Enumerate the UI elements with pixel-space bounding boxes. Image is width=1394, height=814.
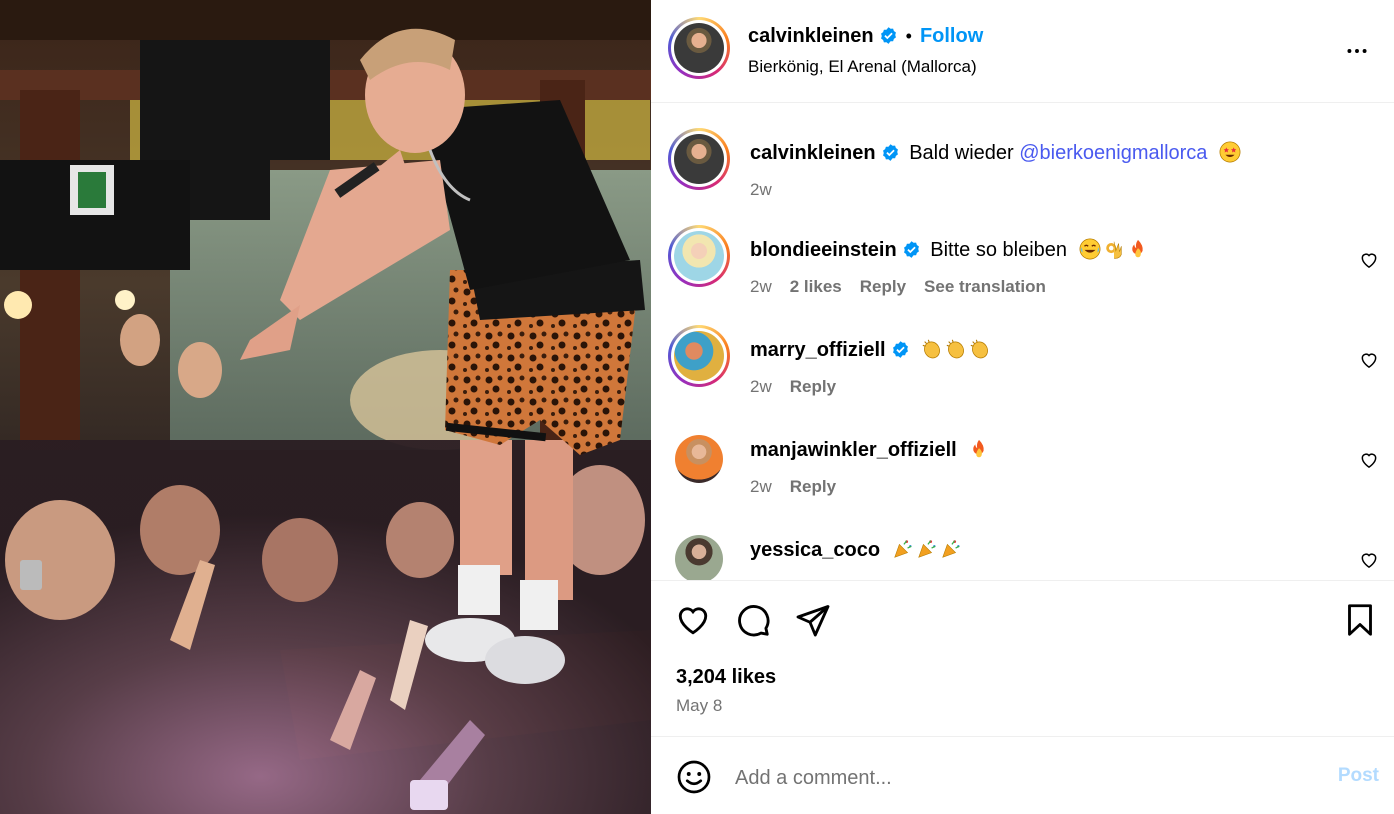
clapping-hands-emoji-icon	[970, 339, 989, 359]
post-header: calvinkleinen • Follow Bierkönig, El Arena…	[651, 0, 1394, 103]
author-avatar[interactable]	[668, 17, 730, 79]
party-popper-emoji-icon	[893, 540, 912, 558]
post-actions: 3,204 likes May 8	[651, 580, 1394, 736]
separator-dot: •	[905, 26, 912, 46]
comment-input[interactable]	[735, 764, 1295, 792]
fire-emoji-icon	[1131, 239, 1143, 258]
see-translation-button[interactable]: See translation	[924, 277, 1046, 296]
share-icon[interactable]	[795, 602, 831, 638]
follow-button[interactable]: Follow	[920, 25, 983, 47]
post-photo[interactable]	[0, 0, 651, 814]
comment-username[interactable]: manjawinkler_offiziell	[750, 439, 957, 461]
verified-badge-icon	[880, 27, 896, 44]
post-image	[0, 0, 651, 814]
tears-of-joy-emoji-icon	[1079, 238, 1101, 260]
comment-like-heart-icon[interactable]	[1359, 250, 1379, 270]
verified-badge-icon	[903, 241, 919, 258]
comment-username[interactable]: marry_offiziell	[750, 339, 886, 361]
fire-emoji-icon	[973, 439, 985, 458]
commenter-avatar[interactable]	[668, 225, 730, 287]
commenter-avatar[interactable]	[668, 325, 730, 387]
comment-username[interactable]: yessica_coco	[750, 539, 880, 561]
caption-text: Bald wieder	[909, 142, 1020, 164]
comment-time[interactable]: 2w	[750, 377, 772, 396]
caption: calvinkleinen Bald wieder @bierkoenigmal…	[651, 128, 1394, 208]
clapping-hands-emoji-icon	[922, 339, 941, 359]
post-comment-button[interactable]: Post	[1338, 765, 1379, 787]
ok-hand-emoji-icon	[1105, 241, 1122, 259]
caption-time[interactable]: 2w	[750, 180, 772, 199]
caption-username[interactable]: calvinkleinen	[750, 142, 876, 164]
author-username[interactable]: calvinkleinen	[748, 25, 874, 47]
post-panel: calvinkleinen • Follow Bierkönig, El Arena…	[651, 0, 1394, 814]
comment-text: Bitte so bleiben	[930, 239, 1068, 261]
comment-time[interactable]: 2w	[750, 477, 772, 496]
comment-icon[interactable]	[735, 602, 771, 638]
comment-likes[interactable]: 2 likes	[790, 277, 842, 296]
clapping-hands-emoji-icon	[946, 339, 965, 359]
party-popper-emoji-icon	[917, 540, 936, 558]
comment-like-heart-icon[interactable]	[1359, 450, 1379, 470]
post-date[interactable]: May 8	[676, 696, 722, 716]
reply-button[interactable]: Reply	[790, 377, 836, 396]
comment-item: marry_offiziell 2w Reply	[651, 325, 1394, 405]
bookmark-icon[interactable]	[1342, 602, 1378, 638]
comment-like-heart-icon[interactable]	[1359, 350, 1379, 370]
verified-badge-icon	[882, 144, 898, 161]
caption-avatar[interactable]	[668, 128, 730, 190]
smiley-icon[interactable]	[676, 759, 712, 795]
comments-list[interactable]: calvinkleinen Bald wieder @bierkoenigmal…	[651, 103, 1394, 580]
commenter-avatar[interactable]	[675, 535, 723, 580]
reply-button[interactable]: Reply	[860, 277, 906, 296]
more-options-icon[interactable]	[1344, 38, 1370, 64]
star-struck-emoji-icon	[1219, 141, 1241, 163]
likes-count[interactable]: 3,204 likes	[676, 666, 776, 689]
commenter-avatar[interactable]	[675, 435, 723, 483]
comment-time[interactable]: 2w	[750, 277, 772, 296]
comment-item: manjawinkler_offiziell 2w Reply	[651, 433, 1394, 513]
party-popper-emoji-icon	[941, 540, 960, 558]
add-comment-bar: Post	[651, 736, 1394, 814]
reply-button[interactable]: Reply	[790, 477, 836, 496]
comment-item: yessica_coco	[651, 533, 1394, 580]
caption-mention[interactable]: @bierkoenigmallorca	[1019, 142, 1207, 164]
post-location[interactable]: Bierkönig, El Arenal (Mallorca)	[748, 57, 977, 77]
comment-like-heart-icon[interactable]	[1359, 550, 1379, 570]
comment-item: blondieeinstein Bitte so bleiben 2w 2 lik…	[651, 225, 1394, 305]
comment-username[interactable]: blondieeinstein	[750, 239, 897, 261]
verified-badge-icon	[892, 341, 908, 358]
heart-icon[interactable]	[675, 602, 711, 638]
